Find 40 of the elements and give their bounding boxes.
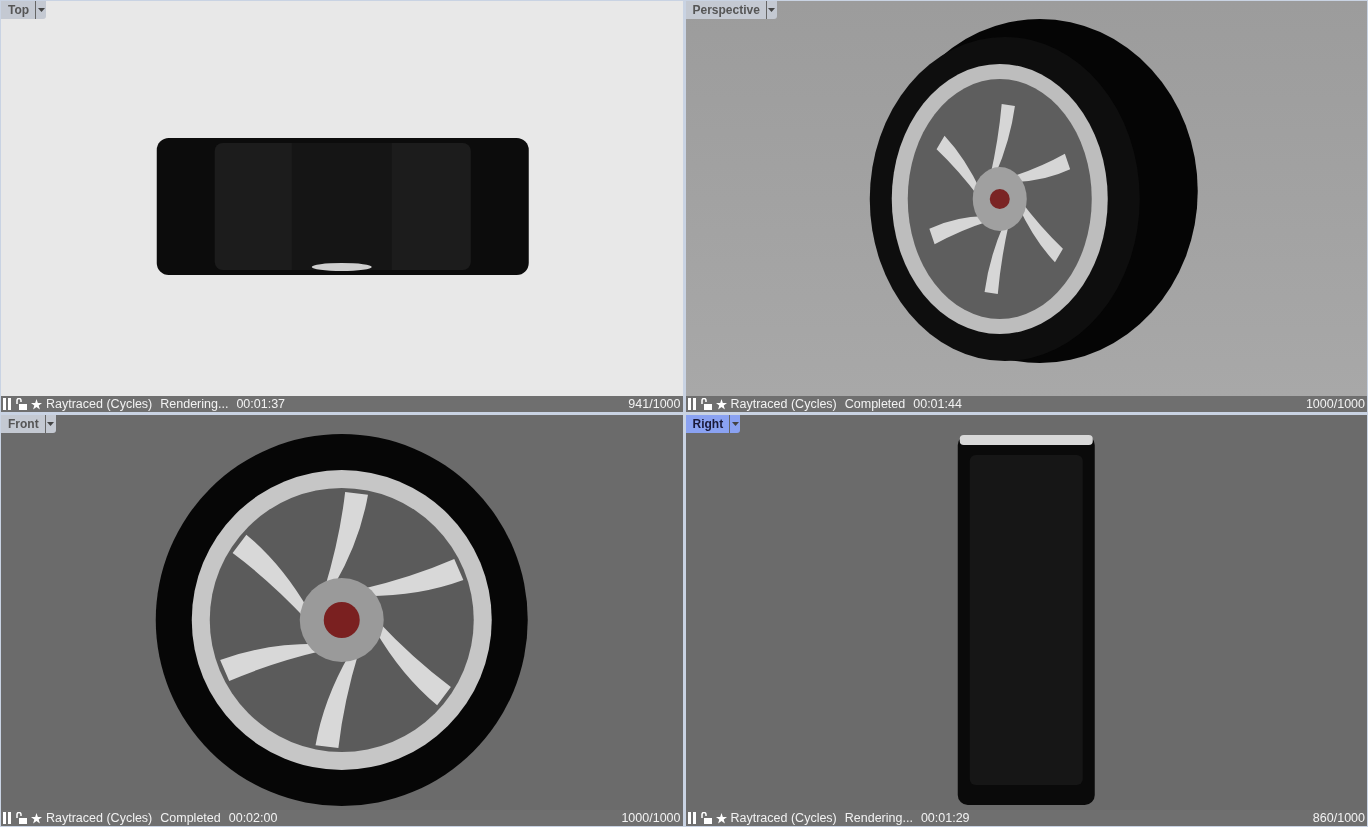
render-status: Rendering... xyxy=(844,811,913,825)
dropdown-button[interactable] xyxy=(729,415,741,433)
render-status: Completed xyxy=(160,811,221,825)
pass-count: 860/1000 xyxy=(1312,811,1365,825)
viewport-tab[interactable]: Perspective xyxy=(685,1,777,19)
render-time: 00:01:44 xyxy=(913,397,962,411)
lock-icon[interactable] xyxy=(16,398,27,410)
pass-count: 1000/1000 xyxy=(621,811,681,825)
render-mode: Raytraced (Cycles) xyxy=(46,397,153,411)
render-time: 00:01:29 xyxy=(920,811,970,825)
lock-icon[interactable] xyxy=(16,812,27,824)
pass-count: 1000/1000 xyxy=(1305,397,1365,411)
star-icon[interactable] xyxy=(715,812,727,824)
render-mode: Raytraced (Cycles) xyxy=(730,397,837,411)
lock-icon[interactable] xyxy=(700,398,712,410)
dropdown-button[interactable] xyxy=(44,415,56,433)
caret-icon xyxy=(37,8,45,12)
dropdown-button[interactable] xyxy=(35,1,47,19)
render-mode: Raytraced (Cycles) xyxy=(730,811,837,825)
pause-icon[interactable] xyxy=(3,812,12,824)
render-status: Rendering... xyxy=(160,397,229,411)
star-icon[interactable] xyxy=(31,812,42,824)
caret-icon xyxy=(47,422,55,426)
pause-icon[interactable] xyxy=(687,812,697,824)
caret-icon xyxy=(768,8,776,12)
render-time: 00:01:37 xyxy=(236,397,286,411)
dropdown-button[interactable] xyxy=(765,1,777,19)
viewport-tab[interactable]: Right xyxy=(685,415,741,433)
star-icon[interactable] xyxy=(31,398,42,410)
caret-icon xyxy=(731,422,739,426)
render-status: Completed xyxy=(844,397,906,411)
render-time: 00:02:00 xyxy=(228,811,278,825)
viewport-tab[interactable]: Top xyxy=(1,1,47,19)
viewport-tab[interactable]: Front xyxy=(1,415,56,433)
pause-icon[interactable] xyxy=(3,398,12,410)
pass-count: 941/1000 xyxy=(628,397,681,411)
star-icon[interactable] xyxy=(715,398,727,410)
render-mode: Raytraced (Cycles) xyxy=(46,811,153,825)
lock-icon[interactable] xyxy=(700,812,712,824)
pause-icon[interactable] xyxy=(687,398,697,410)
